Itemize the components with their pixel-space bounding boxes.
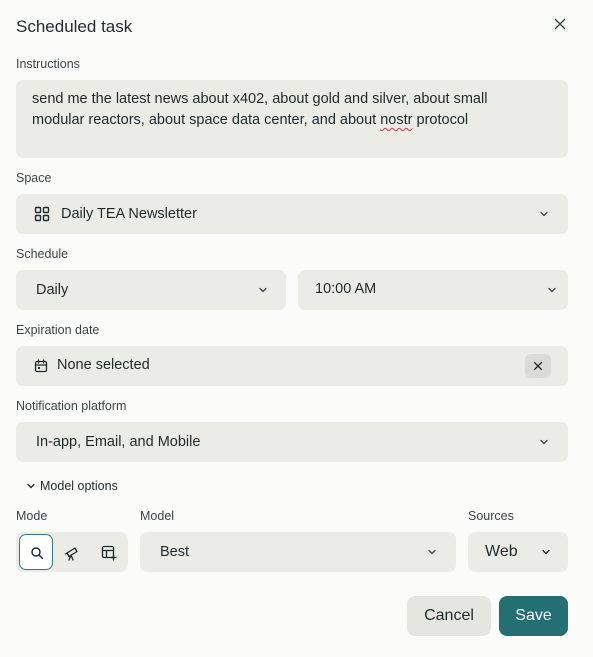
model-value: Best — [160, 544, 190, 560]
chevron-down-icon — [27, 483, 35, 489]
space-value: Daily TEA Newsletter — [61, 206, 197, 222]
misspelled-word: nostr — [380, 112, 413, 128]
close-icon — [533, 361, 543, 371]
telescope-icon — [64, 547, 78, 561]
expiration-value: None selected — [57, 357, 150, 373]
instructions-label: Instructions — [16, 57, 80, 71]
schedule-time-value: 10:00 AM — [315, 281, 377, 297]
sources-select[interactable]: Web — [468, 532, 568, 572]
mode-label: Mode — [16, 509, 48, 523]
table-plus-icon — [101, 545, 117, 561]
notification-platform-select[interactable]: In-app, Email, and Mobile — [16, 422, 568, 462]
sources-value: Web — [485, 543, 518, 560]
schedule-frequency-value: Daily — [36, 282, 69, 298]
instructions-textarea[interactable]: send me the latest news about x402, abou… — [16, 80, 568, 158]
mode-search-button[interactable] — [19, 534, 53, 570]
dialog-title: Scheduled task — [16, 17, 133, 36]
save-button[interactable]: Save — [499, 596, 568, 636]
instructions-line-2-start: modular reactors, about space data cente… — [32, 112, 381, 128]
space-label: Space — [16, 171, 52, 185]
instructions-value: send me the latest news about x402, abou… — [32, 89, 512, 131]
model-select[interactable]: Best — [140, 532, 456, 572]
chevron-down-icon — [428, 549, 436, 555]
mode-research-button[interactable] — [55, 534, 89, 570]
schedule-frequency-select[interactable]: Daily — [16, 270, 286, 310]
clear-expiration-button[interactable] — [525, 354, 551, 378]
mode-labs-button[interactable] — [91, 534, 125, 570]
model-options-label: Model options — [40, 479, 118, 493]
chevron-down-icon — [540, 211, 548, 217]
search-icon — [31, 547, 44, 560]
chevron-down-icon — [540, 439, 548, 445]
expiration-date-picker[interactable]: None selected — [16, 346, 568, 386]
model-label: Model — [140, 509, 175, 523]
chevron-down-icon — [259, 287, 267, 293]
calendar-icon — [34, 359, 48, 373]
mode-selector — [16, 532, 128, 572]
instructions-line-2-end: protocol — [412, 112, 469, 128]
instructions-line-1: send me the latest news about x402, abou… — [32, 91, 488, 107]
schedule-time-select[interactable]: 10:00 AM — [298, 270, 568, 310]
scheduled-task-dialog: Scheduled task Instructions send me the … — [0, 0, 593, 657]
schedule-label: Schedule — [16, 247, 69, 261]
expiration-label: Expiration date — [16, 323, 100, 337]
notification-label: Notification platform — [16, 399, 127, 413]
chevron-down-icon — [548, 287, 556, 293]
grid-icon — [34, 206, 50, 222]
close-icon[interactable] — [550, 14, 570, 34]
sources-label: Sources — [468, 509, 514, 523]
chevron-down-icon — [542, 549, 550, 555]
space-select[interactable]: Daily TEA Newsletter — [16, 194, 568, 234]
notification-value: In-app, Email, and Mobile — [36, 434, 201, 450]
cancel-button[interactable]: Cancel — [407, 596, 491, 636]
